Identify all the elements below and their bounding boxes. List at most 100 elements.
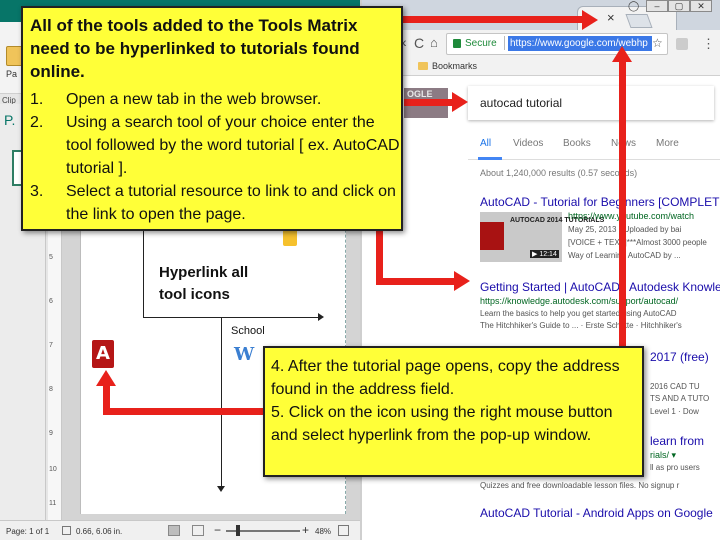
tree-connector-line[interactable]: [143, 317, 320, 318]
ruler-number: 7: [49, 342, 53, 349]
result-snippet: [VOICE + TEXT]***Almost 3000 people: [568, 238, 707, 247]
close-window-button[interactable]: ✕: [690, 0, 712, 12]
result-snippet: Learn the basics to help you get started…: [480, 309, 677, 318]
active-tab-indicator: [478, 157, 502, 160]
minimize-button[interactable]: –: [646, 0, 668, 12]
bookmarks-bar: [362, 58, 720, 76]
result-snippet: Quizzes and free downloadable lesson fil…: [480, 481, 680, 490]
arrow-to-result: [376, 231, 383, 285]
two-page-view-button[interactable]: [192, 525, 204, 536]
search-tab-videos[interactable]: Videos: [513, 138, 543, 149]
callout-step: 3. Select a tutorial resource to link to …: [30, 180, 402, 226]
zoom-out-button[interactable]: −: [214, 523, 221, 537]
arrow-to-search: [404, 99, 454, 106]
result-title[interactable]: AutoCAD - Tutorial for Beginners [COMPLE…: [480, 195, 720, 209]
hyperlink-instruction-text[interactable]: Hyperlink all tool icons: [159, 262, 279, 306]
video-duration: ▶ 12:14: [530, 250, 559, 258]
tree-connector-line[interactable]: [221, 318, 222, 488]
arrow-to-address-head: [612, 46, 632, 62]
step-text: Select a tutorial resource to link to an…: [66, 183, 396, 223]
arrow-to-icon-head: [96, 370, 116, 386]
pages-pane-title: P.: [4, 112, 16, 128]
step-number: 2.: [30, 114, 44, 131]
arrow-to-tab: [403, 16, 585, 23]
callout-step: 2. Using a search tool of your choice ent…: [30, 111, 402, 180]
callout-step-4: 4. After the tutorial page opens, copy t…: [271, 358, 620, 398]
result-snippet: TS AND A TUTO: [650, 394, 710, 403]
search-tab-books[interactable]: Books: [563, 138, 591, 149]
ruler-number: 10: [49, 466, 57, 473]
lock-icon: [453, 39, 461, 48]
result-url[interactable]: https://knowledge.autodesk.com/support/a…: [480, 296, 678, 306]
autocad-logo-icon: [480, 222, 504, 250]
ruler-number: 9: [49, 430, 53, 437]
publisher-status-bar: Page: 1 of 1 0.66, 6.06 in. − + 48%: [0, 520, 360, 540]
tab-close-icon[interactable]: ×: [607, 10, 615, 25]
bookmarks-folder-icon[interactable]: [418, 62, 428, 70]
address-divider: [504, 36, 505, 50]
result-title[interactable]: AutoCAD Tutorial - Android Apps on Googl…: [480, 506, 713, 520]
arrow-to-search-head: [452, 92, 468, 112]
callout-step: 1. Open a new tab in the web browser.: [30, 88, 402, 111]
bookmark-star-icon[interactable]: ☆: [652, 36, 663, 50]
user-profile-icon[interactable]: ◯: [628, 1, 639, 12]
single-page-view-button[interactable]: [168, 525, 180, 536]
instruction-callout-bottom: 4. After the tutorial page opens, copy t…: [263, 346, 644, 477]
cursor-position-status: 0.66, 6.06 in.: [76, 527, 123, 536]
tree-arrowhead: [318, 313, 324, 321]
arrow-to-result-head: [454, 271, 470, 291]
step-text: Open a new tab in the web browser.: [66, 91, 322, 108]
position-icon: [62, 526, 71, 535]
arrow-to-icon: [103, 408, 263, 415]
result-title[interactable]: Getting Started | AutoCAD | Autodesk Kno…: [480, 280, 720, 294]
secure-label[interactable]: Secure: [465, 38, 497, 49]
tree-arrowhead: [217, 486, 225, 492]
home-icon[interactable]: ⌂: [430, 35, 438, 50]
callout-text: 4. After the tutorial page opens, copy t…: [271, 355, 641, 447]
page-count-status: Page: 1 of 1: [6, 527, 50, 536]
result-sitelinks[interactable]: Level 1 · Dow: [650, 406, 699, 417]
ruler-number: 8: [49, 386, 53, 393]
autocad-tool-icon[interactable]: A: [92, 340, 114, 368]
extension-icon[interactable]: [676, 38, 688, 50]
result-snippet: ll as pro users: [650, 463, 700, 472]
chrome-menu-icon[interactable]: ⋮: [702, 36, 715, 52]
callout-step-list: 1. Open a new tab in the web browser. 2. U…: [30, 88, 402, 226]
google-logo-text: OGLE: [407, 89, 433, 99]
search-tab-more[interactable]: More: [656, 138, 679, 149]
results-count: About 1,240,000 results (0.57 seconds): [480, 168, 638, 178]
result-title[interactable]: learn from: [650, 434, 704, 448]
word-tool-icon[interactable]: W: [234, 344, 254, 365]
zoom-slider-thumb[interactable]: [236, 525, 240, 536]
zoom-level: 48%: [315, 527, 332, 536]
result-url[interactable]: rials/ ▾: [650, 450, 676, 461]
tree-connector-line[interactable]: [143, 220, 144, 318]
ruler-number: 11: [49, 500, 57, 507]
reload-icon[interactable]: C: [414, 35, 424, 51]
ruler-number: 5: [49, 254, 53, 261]
zoom-in-button[interactable]: +: [302, 523, 309, 537]
search-query[interactable]: autocad tutorial: [480, 96, 562, 110]
arrow-to-tab-head: [582, 10, 598, 30]
new-tab-button[interactable]: [625, 14, 653, 28]
arrow-to-icon: [103, 384, 110, 415]
fit-page-button[interactable]: [338, 525, 349, 536]
instruction-callout-top: All of the tools added to the Tools Matr…: [21, 6, 403, 231]
school-label[interactable]: School: [231, 325, 265, 337]
result-snippet: 2016 CAD TU: [650, 382, 700, 391]
maximize-button[interactable]: ▢: [668, 0, 690, 12]
callout-step-5: 5. Click on the icon using the right mou…: [271, 404, 613, 444]
result-sitelinks[interactable]: The Hitchhiker's Guide to ... · Erste Sc…: [480, 320, 682, 331]
arrow-to-result: [376, 278, 456, 285]
callout-heading: All of the tools added to the Tools Matr…: [30, 16, 360, 81]
search-tabs: [468, 130, 720, 160]
step-number: 1.: [30, 91, 44, 108]
result-title[interactable]: 2017 (free): [650, 350, 709, 364]
step-number: 3.: [30, 183, 44, 200]
search-tab-all[interactable]: All: [480, 138, 491, 149]
bookmarks-label[interactable]: Bookmarks: [432, 61, 477, 71]
paste-button-label[interactable]: Pa: [6, 69, 17, 79]
arrow-to-address: [619, 60, 626, 376]
result-url[interactable]: https://www.youtube.com/watch: [568, 211, 694, 221]
ruler-number: 6: [49, 298, 53, 305]
